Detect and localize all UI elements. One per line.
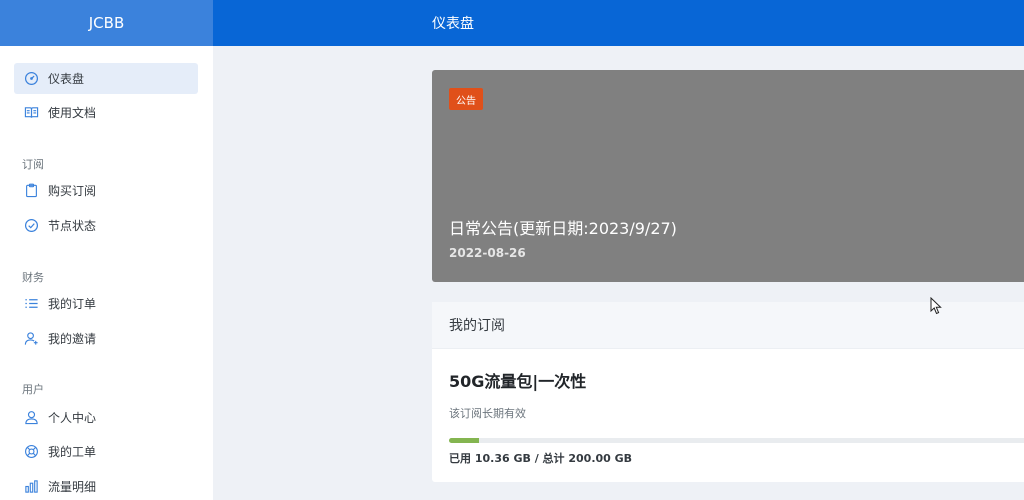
- sidebar-item-tickets[interactable]: 我的工单: [14, 436, 198, 467]
- brand-name: JCBB: [88, 14, 125, 32]
- page-title: 仪表盘: [432, 16, 474, 32]
- user-plus-icon: [23, 331, 39, 347]
- sidebar-item-label: 使用文档: [48, 106, 97, 120]
- top-bar: 仪表盘: [213, 0, 1024, 46]
- sidebar-item-label: 流量明细: [48, 480, 97, 494]
- announcement-badge: 公告: [449, 88, 483, 110]
- clipboard-icon: [23, 183, 39, 199]
- list-icon: [23, 296, 39, 312]
- bar-chart-icon: [23, 479, 39, 495]
- plan-name: 50G流量包|一次性: [449, 372, 587, 391]
- sidebar-item-label: 我的邀请: [48, 332, 97, 346]
- announcement-date: 2022-08-26: [449, 246, 526, 260]
- sidebar-item-label: 我的工单: [48, 445, 97, 459]
- brand-logo[interactable]: JCBB: [0, 0, 213, 46]
- sidebar-item-dashboard[interactable]: 仪表盘: [14, 63, 198, 94]
- announcement-title[interactable]: 日常公告(更新日期:2023/9/27): [449, 215, 677, 239]
- sidebar-item-profile[interactable]: 个人中心: [14, 402, 198, 433]
- user-icon: [23, 410, 39, 426]
- sidebar-item-node-status[interactable]: 节点状态: [14, 210, 198, 241]
- sidebar-item-traffic-details[interactable]: 流量明细: [14, 471, 198, 500]
- check-circle-icon: [23, 218, 39, 234]
- gauge-icon: [23, 71, 39, 87]
- sidebar-item-my-orders[interactable]: 我的订单: [14, 288, 198, 319]
- subscription-card: 我的订阅 50G流量包|一次性 该订阅长期有效 已用 10.36 GB / 总计…: [432, 302, 1024, 482]
- sidebar-item-label: 仪表盘: [48, 72, 85, 86]
- announcement-card[interactable]: 公告 日常公告(更新日期:2023/9/27) 2022-08-26: [432, 70, 1024, 282]
- usage-progress-fill: [449, 438, 479, 443]
- section-title-user: 用户: [22, 383, 44, 396]
- sidebar: 仪表盘 使用文档 订阅 购买订阅 节点状态 财务 我的订单 我的邀请 用户 个人…: [0, 46, 213, 500]
- book-icon: [23, 105, 39, 121]
- sidebar-item-label: 节点状态: [48, 219, 97, 233]
- sidebar-item-label: 购买订阅: [48, 184, 97, 198]
- sidebar-item-label: 个人中心: [48, 411, 97, 425]
- section-title-finance: 财务: [22, 271, 44, 284]
- mouse-cursor-icon: [930, 297, 942, 315]
- section-title-subscription: 订阅: [22, 158, 44, 171]
- sidebar-item-buy-subscription[interactable]: 购买订阅: [14, 175, 198, 206]
- usage-progress-bar: [449, 438, 1024, 443]
- lifebuoy-icon: [23, 444, 39, 460]
- sidebar-item-label: 我的订单: [48, 297, 97, 311]
- sidebar-item-docs[interactable]: 使用文档: [14, 97, 198, 128]
- plan-validity: 该订阅长期有效: [449, 407, 526, 420]
- sidebar-item-my-invites[interactable]: 我的邀请: [14, 323, 198, 354]
- usage-text: 已用 10.36 GB / 总计 200.00 GB: [449, 452, 633, 465]
- subscription-card-title: 我的订阅: [449, 318, 505, 334]
